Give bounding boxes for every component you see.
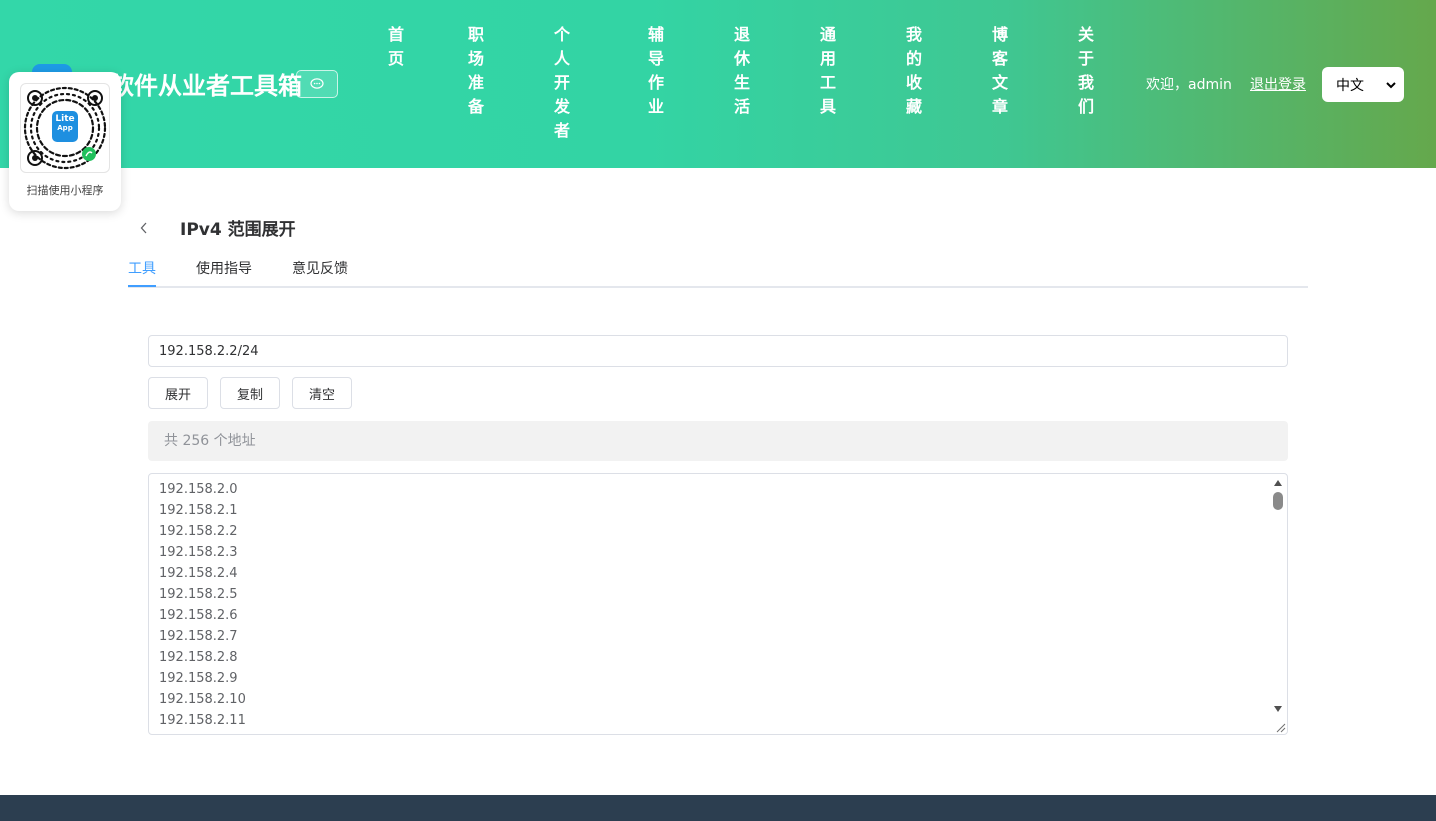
nav-item-indie-dev[interactable]: 个人开发者: [548, 26, 572, 146]
mini-program-qr-card: Lite App 扫描使用小程序: [9, 72, 121, 211]
active-tab-indicator: [128, 285, 156, 287]
qr-badge-bottom: App: [57, 124, 73, 132]
back-button[interactable]: [136, 218, 152, 238]
result-line: 192.158.2.3: [159, 545, 238, 560]
result-line: 192.158.2.2: [159, 524, 238, 539]
qr-caption: 扫描使用小程序: [26, 184, 104, 197]
site-header: 软件从业者工具箱 首页 职场准备 个人开发者 辅导作业 退休生活 通用工具 我的…: [0, 0, 1436, 168]
result-line: 192.158.2.7: [159, 629, 238, 644]
site-footer: [0, 795, 1436, 821]
language-value: 中文: [1336, 77, 1364, 94]
chevron-down-icon: [1386, 81, 1396, 88]
page-title: IPv4 范围展开: [180, 220, 296, 240]
ip-range-input[interactable]: [148, 335, 1288, 367]
language-select[interactable]: 中文: [1322, 67, 1404, 102]
chat-bubble-icon: [310, 78, 324, 89]
tab-tool[interactable]: 工具: [128, 258, 156, 280]
qr-badge-top: Lite: [55, 114, 75, 124]
scroll-down-arrow-icon[interactable]: [1274, 706, 1282, 712]
chevron-left-icon: [140, 222, 147, 234]
chat-button[interactable]: [296, 70, 338, 98]
tabs-divider: [128, 286, 1308, 288]
copy-button[interactable]: 复制: [220, 377, 280, 409]
result-line: 192.158.2.6: [159, 608, 238, 623]
resize-handle-icon[interactable]: [1274, 721, 1286, 733]
scroll-up-arrow-icon[interactable]: [1274, 480, 1282, 486]
result-lines: 192.158.2.0 192.158.2.1 192.158.2.2 192.158…: [159, 479, 246, 731]
nav-item-retirement[interactable]: 退休生活: [728, 26, 752, 122]
nav-item-about[interactable]: 关于我们: [1072, 26, 1096, 122]
clear-button[interactable]: 清空: [292, 377, 352, 409]
result-textarea[interactable]: 192.158.2.0 192.158.2.1 192.158.2.2 192.158…: [148, 473, 1288, 735]
result-line: 192.158.2.10: [159, 692, 246, 707]
result-line: 192.158.2.8: [159, 650, 238, 665]
result-line: 192.158.2.5: [159, 587, 238, 602]
vertical-scrollbar[interactable]: [1271, 476, 1285, 714]
result-line: 192.158.2.4: [159, 566, 238, 581]
result-line: 192.158.2.0: [159, 482, 238, 497]
logout-link[interactable]: 退出登录: [1250, 74, 1306, 96]
qr-code[interactable]: Lite App: [20, 83, 110, 173]
scroll-thumb[interactable]: [1273, 492, 1283, 510]
nav-item-favorites[interactable]: 我的收藏: [900, 26, 924, 122]
tab-feedback[interactable]: 意见反馈: [292, 258, 348, 280]
nav-item-homework[interactable]: 辅导作业: [642, 26, 666, 122]
nav-item-home[interactable]: 首页: [382, 26, 406, 74]
site-title[interactable]: 软件从业者工具箱: [110, 70, 302, 102]
result-line: 192.158.2.1: [159, 503, 238, 518]
welcome-text: 欢迎，admin: [1146, 77, 1232, 93]
nav-item-general-tools[interactable]: 通用工具: [814, 26, 838, 122]
expand-button[interactable]: 展开: [148, 377, 208, 409]
result-line: 192.158.2.9: [159, 671, 238, 686]
nav-item-career-prep[interactable]: 职场准备: [462, 26, 486, 122]
tab-usage-guide[interactable]: 使用指导: [196, 258, 252, 280]
address-count: 共 256 个地址: [148, 421, 1288, 461]
result-line: 192.158.2.11: [159, 713, 246, 728]
nav-item-blog[interactable]: 博客文章: [986, 26, 1010, 122]
